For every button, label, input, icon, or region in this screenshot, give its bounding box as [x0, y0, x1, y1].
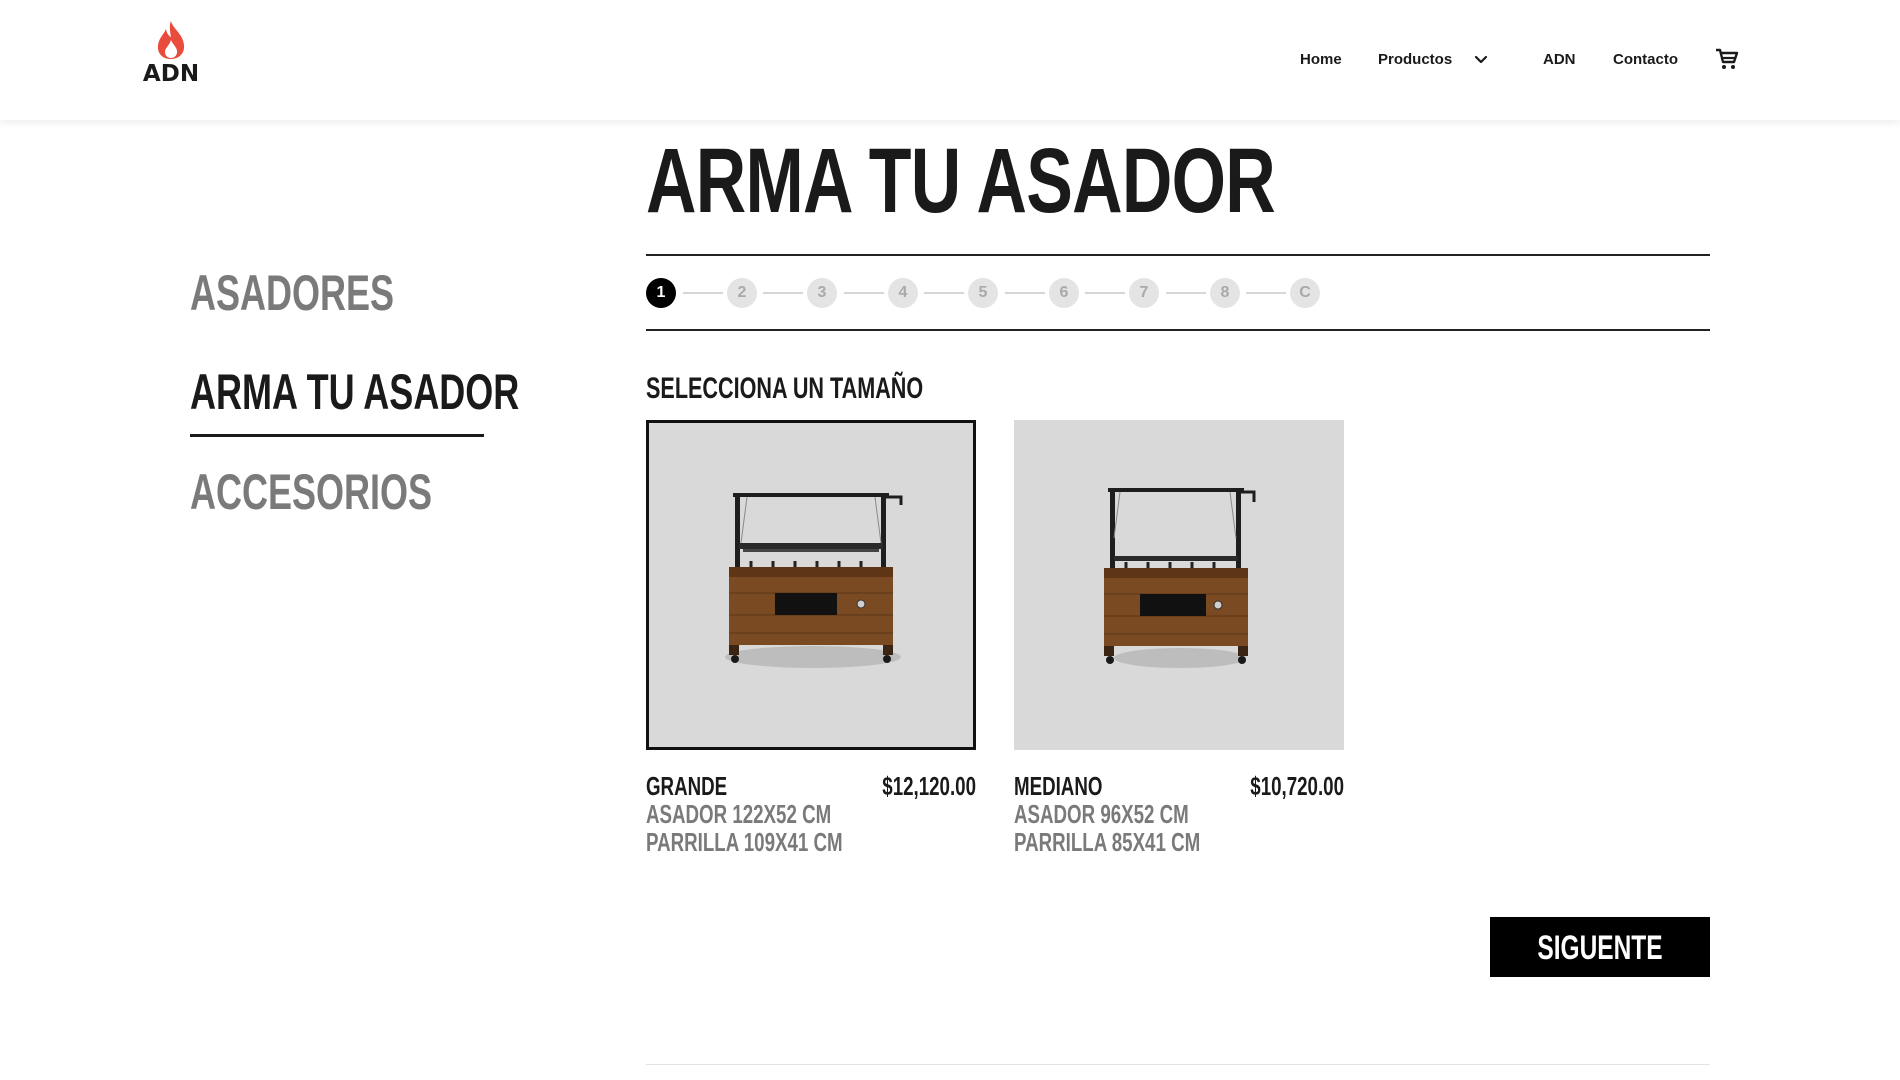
chevron-down-icon[interactable]	[1471, 48, 1491, 72]
nav-adn[interactable]: ADN	[1543, 48, 1576, 72]
logo[interactable]: ADN	[138, 20, 204, 92]
sidebar-active-underline	[190, 434, 484, 437]
product-spec-parrilla: PARRILLA 85X41 CM	[1014, 827, 1201, 857]
page-title: ARMA TU ASADOR	[646, 130, 1276, 232]
next-button[interactable]: SIGUENTE	[1490, 917, 1710, 977]
product-spec-parrilla: PARRILLA 109X41 CM	[646, 827, 843, 857]
product-price: $12,120.00	[882, 771, 976, 801]
site-header: ADN Home Productos ADN Contacto	[0, 0, 1900, 120]
product-card-mediano[interactable]	[1014, 420, 1344, 750]
nav-productos[interactable]: Productos	[1378, 48, 1452, 72]
step-6[interactable]: 6	[1049, 278, 1079, 308]
step-connector	[1166, 292, 1206, 294]
step-4[interactable]: 4	[888, 278, 918, 308]
nav-contacto[interactable]: Contacto	[1613, 48, 1678, 72]
asador-mediano-image	[1104, 488, 1256, 668]
nav-home[interactable]: Home	[1300, 48, 1342, 72]
step-8[interactable]: 8	[1210, 278, 1240, 308]
sidebar-item-accesorios[interactable]: ACCESORIOS	[190, 465, 432, 519]
sidebar-item-arma-tu-asador[interactable]: ARMA TU ASADOR	[190, 365, 519, 419]
step-connector	[844, 292, 884, 294]
step-2[interactable]: 2	[727, 278, 757, 308]
asador-grande-image	[725, 493, 903, 668]
step-connector	[1085, 292, 1125, 294]
shopping-cart-icon[interactable]	[1714, 47, 1740, 71]
product-spec-asador: ASADOR 122X52 CM	[646, 799, 832, 829]
product-spec-asador: ASADOR 96X52 CM	[1014, 799, 1189, 829]
product-name: GRANDE	[646, 771, 728, 801]
step-1[interactable]: 1	[646, 278, 676, 308]
stepper-bottom-rule	[646, 329, 1710, 331]
divider	[646, 1064, 1710, 1065]
stepper-top-rule	[646, 254, 1710, 256]
step-connector	[924, 292, 964, 294]
sidebar-item-asadores[interactable]: ASADORES	[190, 266, 394, 320]
product-name: MEDIANO	[1014, 771, 1103, 801]
step-connector	[763, 292, 803, 294]
product-price: $10,720.00	[1250, 771, 1344, 801]
section-label: SELECCIONA UN TAMAÑO	[646, 372, 924, 405]
step-connector	[1005, 292, 1045, 294]
step-confirm[interactable]: C	[1290, 278, 1320, 308]
step-connector	[683, 292, 723, 294]
step-3[interactable]: 3	[807, 278, 837, 308]
product-card-grande[interactable]	[646, 420, 976, 750]
step-5[interactable]: 5	[968, 278, 998, 308]
step-connector	[1246, 292, 1286, 294]
logo-text: ADN	[142, 61, 200, 87]
stepper: 1 2 3 4 5 6 7 8 C	[646, 278, 1346, 308]
step-7[interactable]: 7	[1129, 278, 1159, 308]
next-button-label: SIGUENTE	[1537, 929, 1663, 967]
flame-icon	[157, 21, 185, 59]
